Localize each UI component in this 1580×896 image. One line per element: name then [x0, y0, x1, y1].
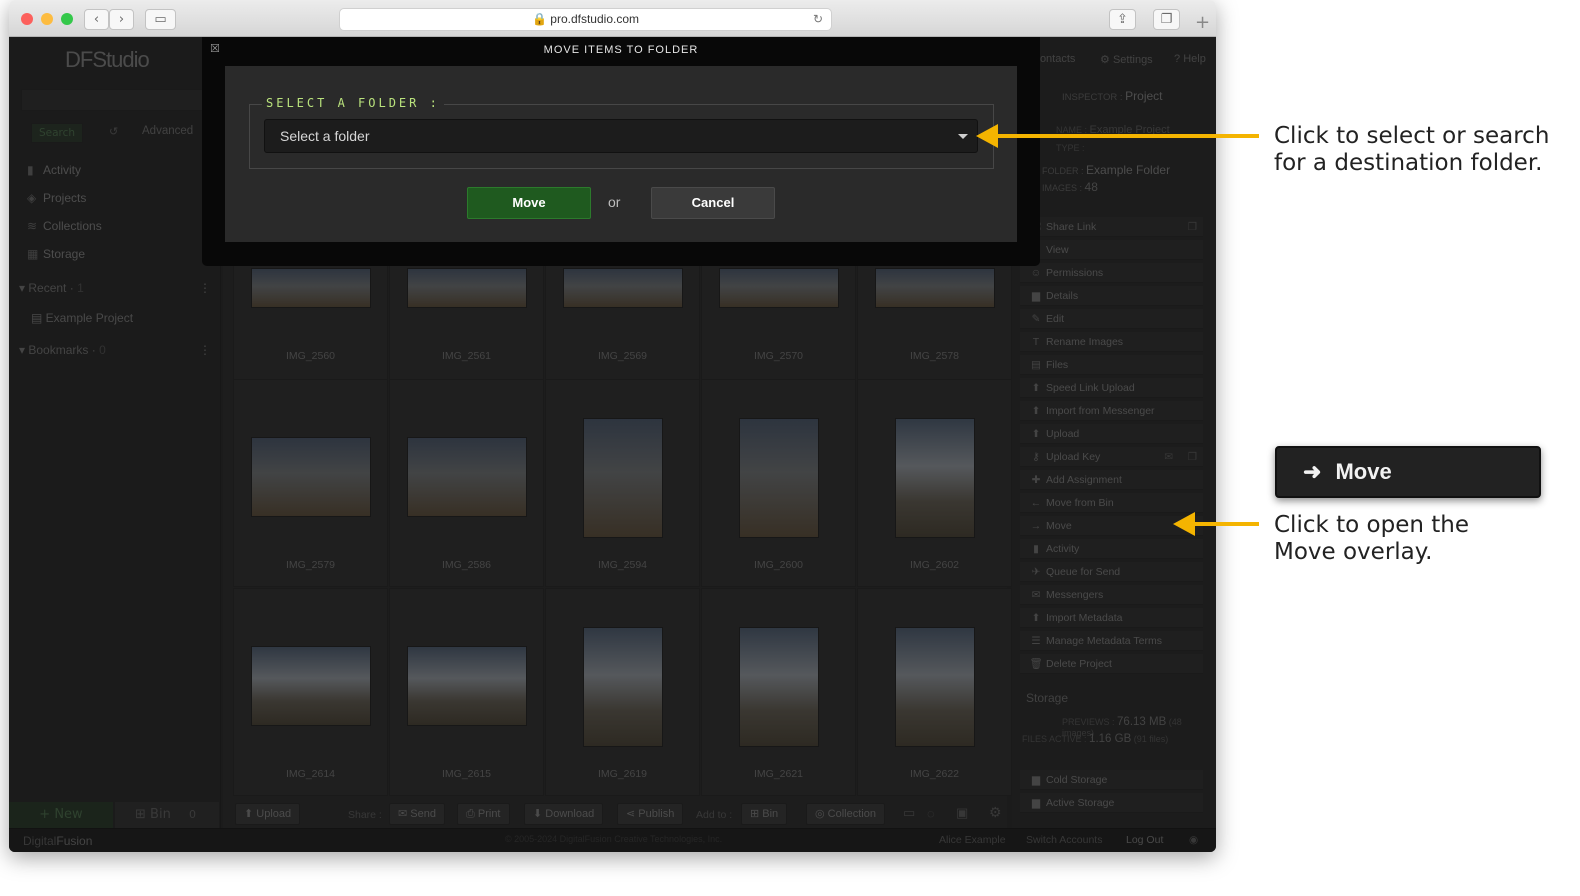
cancel-button[interactable]: Cancel: [651, 187, 775, 219]
url-text: pro.dfstudio.com: [550, 12, 639, 26]
folder-select-value: Select a folder: [280, 128, 370, 144]
address-bar[interactable]: 🔒 pro.dfstudio.com ↻: [339, 8, 832, 31]
modal-title: MOVE ITEMS TO FOLDER: [543, 44, 699, 56]
share-icon[interactable]: ⇪: [1109, 9, 1136, 30]
folder-select[interactable]: Select a folder: [264, 119, 978, 153]
move-button-callout: ➜ Move: [1275, 446, 1541, 498]
browser-window: ‹ › ▭ 🔒 pro.dfstudio.com ↻ ⇪ ❐ + DFStudio…: [9, 0, 1216, 852]
browser-toolbar: ‹ › ▭ 🔒 pro.dfstudio.com ↻ ⇪ ❐ +: [9, 0, 1216, 37]
chevron-down-icon: [958, 134, 968, 139]
move-button[interactable]: Move: [467, 187, 591, 219]
annotation-arrow: [1194, 522, 1259, 526]
annotation-arrow: [998, 134, 1259, 138]
arrow-right-icon: ➜: [1303, 459, 1322, 484]
back-icon[interactable]: ‹: [84, 9, 109, 30]
annotation-arrowhead: [1173, 512, 1195, 536]
reload-icon[interactable]: ↻: [813, 9, 823, 30]
move-items-modal: ☒ MOVE ITEMS TO FOLDER SELECT A FOLDER :…: [202, 37, 1040, 266]
zoom-window-button[interactable]: [61, 13, 73, 25]
annotation-move-overlay: Click to open the Move overlay.: [1274, 512, 1469, 565]
annotation-select-folder: Click to select or search for a destinati…: [1274, 123, 1550, 176]
forward-icon[interactable]: ›: [109, 9, 134, 30]
tabs-icon[interactable]: ❐: [1153, 9, 1180, 30]
sidebar-icon[interactable]: ▭: [145, 9, 176, 30]
new-tab-icon[interactable]: +: [1195, 12, 1210, 33]
minimize-window-button[interactable]: [41, 13, 53, 25]
folder-fieldset: SELECT A FOLDER : Select a folder: [249, 96, 994, 169]
close-window-button[interactable]: [21, 13, 33, 25]
modal-body: SELECT A FOLDER : Select a folder Move o…: [225, 66, 1017, 242]
or-text: or: [608, 194, 621, 210]
select-folder-legend: SELECT A FOLDER :: [262, 96, 444, 110]
lock-icon: 🔒: [531, 12, 547, 26]
annotation-arrowhead: [976, 124, 998, 148]
